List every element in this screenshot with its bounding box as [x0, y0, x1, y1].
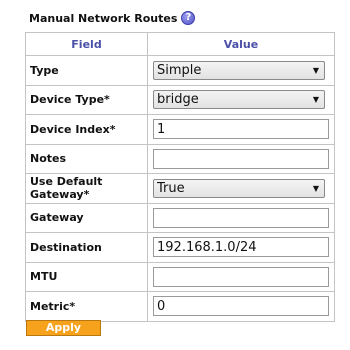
row-metric: Metric*	[25, 291, 335, 322]
destination-input[interactable]	[153, 237, 329, 258]
gateway-input[interactable]	[153, 207, 329, 228]
device-index-label: Device Index*	[25, 114, 148, 145]
row-gateway: Gateway	[25, 202, 335, 233]
row-destination: Destination	[25, 232, 335, 263]
notes-value-cell	[147, 143, 335, 174]
destination-value-cell	[147, 232, 335, 263]
row-type: Type Simple ▼	[25, 55, 335, 86]
dropdown-arrow-icon: ▼	[312, 65, 319, 75]
metric-value-cell	[147, 291, 335, 322]
type-select[interactable]: Simple ▼	[153, 60, 325, 80]
help-icon[interactable]: ?	[181, 11, 196, 25]
device-index-input[interactable]	[153, 119, 329, 140]
row-mtu: MTU	[25, 261, 335, 292]
destination-label: Destination	[25, 232, 148, 263]
notes-label: Notes	[25, 143, 148, 174]
row-use-default-gateway: Use Default Gateway* True ▼	[25, 173, 335, 204]
type-value-cell: Simple ▼	[147, 55, 335, 86]
dropdown-arrow-icon: ▼	[312, 95, 319, 105]
metric-input[interactable]	[153, 296, 329, 317]
table-header-row: Field Value	[25, 32, 335, 56]
column-header-value: Value	[147, 32, 335, 56]
routes-form-table: Field Value Type Simple ▼ Device Type* b…	[25, 32, 335, 322]
mtu-value-cell	[147, 261, 335, 292]
row-device-index: Device Index*	[25, 114, 335, 145]
type-label: Type	[25, 55, 148, 86]
use-default-gateway-value-cell: True ▼	[147, 173, 335, 204]
device-type-select-value: bridge	[157, 92, 199, 108]
use-default-gateway-select-value: True	[157, 180, 185, 196]
dropdown-arrow-icon: ▼	[312, 183, 319, 193]
use-default-gateway-label: Use Default Gateway*	[25, 173, 148, 204]
use-default-gateway-select[interactable]: True ▼	[153, 178, 325, 198]
device-type-select[interactable]: bridge ▼	[153, 90, 325, 110]
row-notes: Notes	[25, 143, 335, 174]
section-title: Manual Network Routes	[29, 11, 178, 25]
device-type-value-cell: bridge ▼	[147, 84, 335, 115]
gateway-value-cell	[147, 202, 335, 233]
column-header-field: Field	[25, 32, 148, 56]
apply-button[interactable]: Apply	[26, 320, 101, 336]
section-header: Manual Network Routes ?	[29, 10, 196, 26]
device-type-label: Device Type*	[25, 84, 148, 115]
notes-input[interactable]	[153, 148, 329, 169]
device-index-value-cell	[147, 114, 335, 145]
row-device-type: Device Type* bridge ▼	[25, 84, 335, 115]
metric-label: Metric*	[25, 291, 148, 322]
gateway-label: Gateway	[25, 202, 148, 233]
type-select-value: Simple	[157, 62, 202, 78]
mtu-label: MTU	[25, 261, 148, 292]
mtu-input[interactable]	[153, 266, 329, 287]
manual-network-routes-panel: Manual Network Routes ? Field Value Type…	[0, 0, 350, 350]
